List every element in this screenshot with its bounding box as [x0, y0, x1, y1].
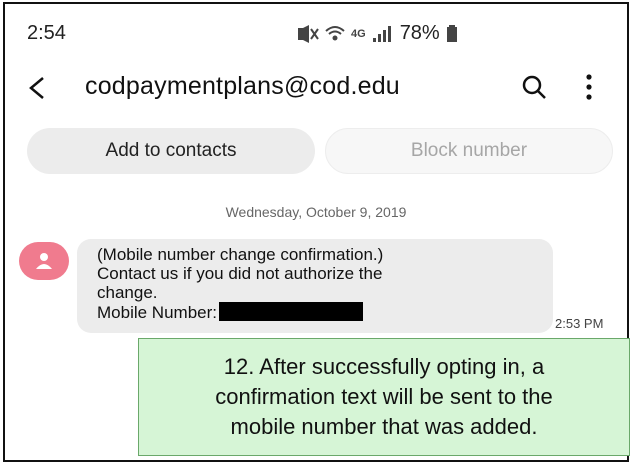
redacted-phone-number — [219, 302, 363, 321]
conversation-title: codpaymentplans@cod.edu — [85, 72, 400, 100]
conversation-date: Wednesday, October 9, 2019 — [225, 204, 407, 220]
signal-icon — [372, 25, 392, 43]
wifi-icon — [325, 25, 345, 43]
message-line: Contact us if you did not authorize the — [97, 264, 383, 283]
battery-percent: 78% — [399, 22, 440, 44]
search-icon[interactable] — [521, 74, 547, 105]
more-vertical-icon[interactable] — [583, 72, 595, 107]
block-number-button[interactable]: Block number — [325, 128, 613, 174]
callout-text: 12. After successfully opting in, a conf… — [201, 352, 567, 442]
status-time: 2:54 — [27, 22, 66, 44]
network-label: 4G — [351, 27, 366, 40]
instruction-callout: 12. After successfully opting in, a conf… — [138, 338, 630, 456]
message-line: change. — [97, 283, 158, 302]
mute-icon — [297, 24, 319, 43]
battery-icon — [446, 24, 458, 43]
person-icon — [36, 253, 52, 269]
mobile-number-label: Mobile Number: — [97, 303, 217, 322]
conversation-header: codpaymentplans@cod.edu — [5, 66, 627, 114]
message-timestamp: 2:53 PM — [555, 316, 604, 331]
block-number-label: Block number — [410, 140, 528, 161]
status-bar: 2:54 4G 78% — [5, 4, 627, 64]
add-to-contacts-label: Add to contacts — [105, 140, 237, 161]
callout-line: mobile number that was added. — [230, 414, 538, 439]
add-to-contacts-button[interactable]: Add to contacts — [27, 128, 315, 174]
callout-line: confirmation text will be sent to the — [215, 384, 553, 409]
status-icons: 4G 78% — [297, 22, 458, 45]
callout-line: 12. After successfully opting in, a — [223, 354, 545, 379]
message-bubble[interactable]: (Mobile number change confirmation.) Con… — [77, 239, 553, 333]
message-line: (Mobile number change confirmation.) — [97, 245, 384, 264]
message-line-number: Mobile Number: — [97, 302, 383, 322]
4g-icon: 4G — [351, 28, 366, 40]
message-text: (Mobile number change confirmation.) Con… — [97, 245, 383, 322]
avatar[interactable] — [19, 242, 69, 280]
back-arrow-icon[interactable] — [23, 70, 51, 106]
